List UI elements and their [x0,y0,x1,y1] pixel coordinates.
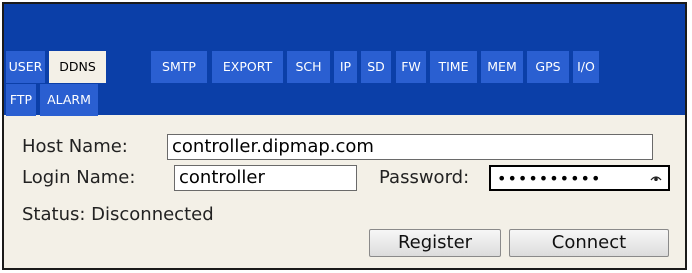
ddns-form: Host Name: controller.dipmap.com Login N… [4,115,685,268]
password-label: Password: [379,167,470,188]
tab-ddns[interactable]: DDNS [49,51,106,83]
ddns-panel: USER DDNS SMTP EXPORT SCH IP SD FW TIME … [2,2,687,270]
tab-sd[interactable]: SD [361,51,391,83]
login-name-label: Login Name: [22,167,136,188]
tab-gps[interactable]: GPS [527,51,569,83]
tab-alarm[interactable]: ALARM [40,84,98,116]
tab-io[interactable]: I/O [573,51,599,83]
password-input[interactable]: •••••••••• [489,165,670,191]
tab-mem[interactable]: MEM [481,51,523,83]
host-name-input[interactable]: controller.dipmap.com [167,134,653,160]
tab-sch[interactable]: SCH [287,51,330,83]
tab-fw[interactable]: FW [396,51,426,83]
tab-smtp[interactable]: SMTP [151,51,207,83]
tab-ip[interactable]: IP [334,51,357,83]
tab-ftp[interactable]: FTP [6,84,36,116]
login-name-input[interactable]: controller [174,165,357,191]
reveal-password-icon[interactable] [650,174,662,182]
tab-user[interactable]: USER [6,51,45,83]
tab-export[interactable]: EXPORT [212,51,283,83]
register-button[interactable]: Register [369,229,501,257]
tab-time[interactable]: TIME [430,51,477,83]
status-text: Status: Disconnected [22,204,214,225]
host-name-label: Host Name: [22,136,128,157]
password-value: •••••••••• [497,169,602,188]
tab-bar: USER DDNS SMTP EXPORT SCH IP SD FW TIME … [4,4,685,116]
connect-button[interactable]: Connect [509,229,669,257]
